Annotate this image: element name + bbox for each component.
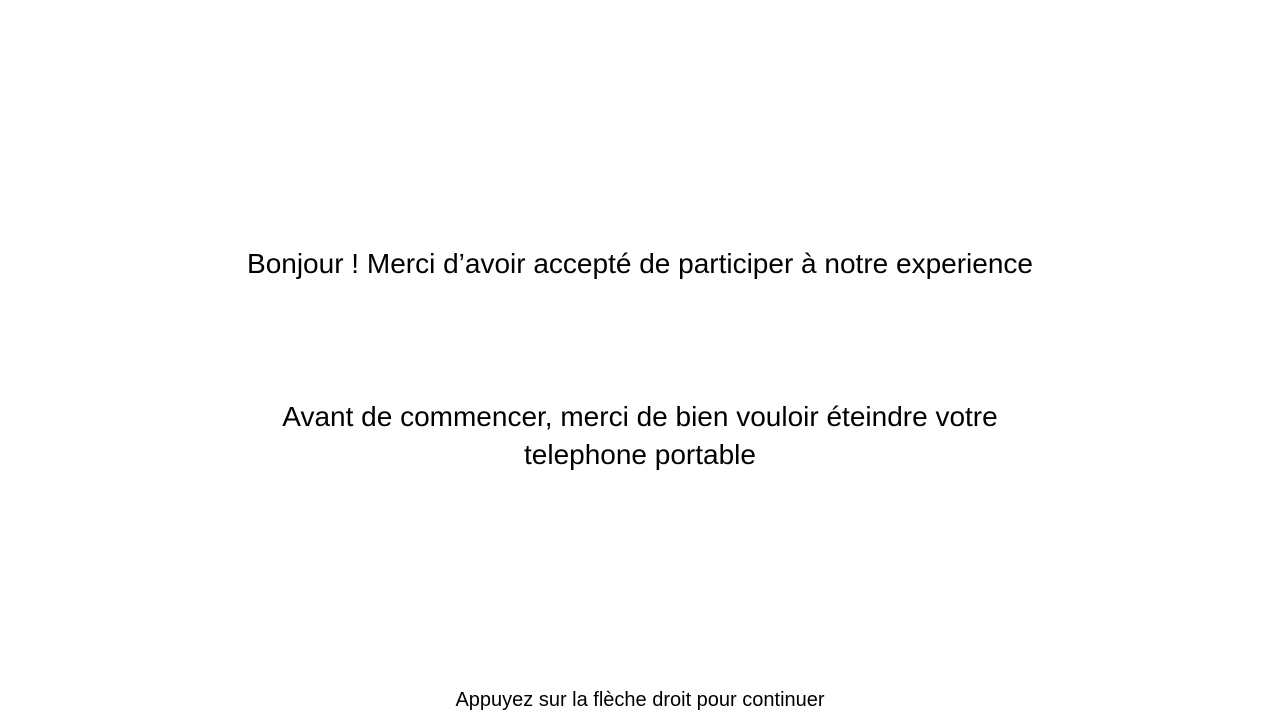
instruction-line-1: Avant de commencer, merci de bien vouloi… xyxy=(282,401,998,432)
instruction-text: Avant de commencer, merci de bien vouloi… xyxy=(240,398,1040,474)
continue-hint: Appuyez sur la flèche droit pour continu… xyxy=(455,689,825,711)
greeting-text: Bonjour ! Merci d’avoir accepté de parti… xyxy=(247,248,1033,279)
instruction-line-2: telephone portable xyxy=(524,439,756,470)
slide-canvas[interactable]: Bonjour ! Merci d’avoir accepté de parti… xyxy=(0,0,1280,720)
